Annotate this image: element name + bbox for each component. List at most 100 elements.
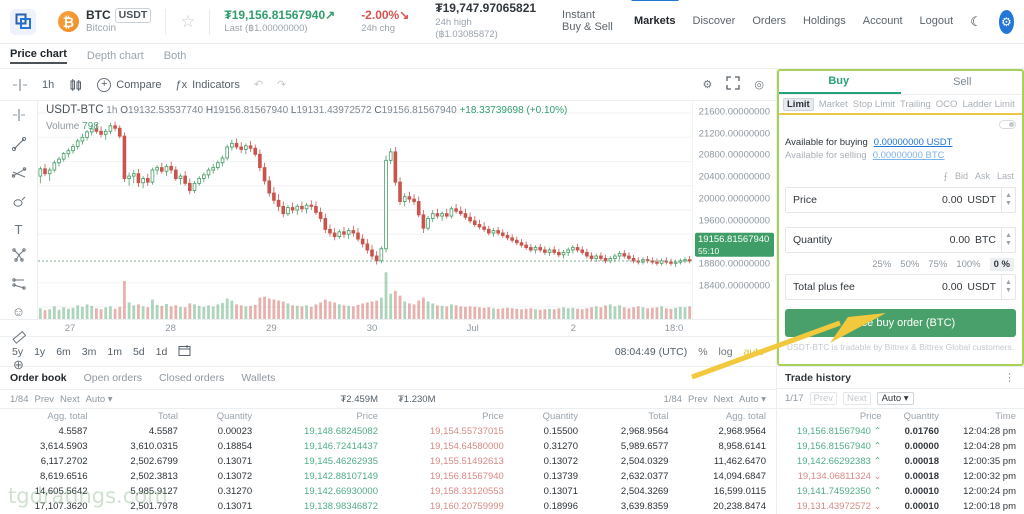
percent-scale-toggle[interactable]: % <box>698 346 707 358</box>
nav-orders[interactable]: Orders <box>752 15 786 29</box>
bid-button[interactable]: Bid <box>955 171 968 182</box>
table-row[interactable]: 4.5587 4.5587 0.00023 19,148.68245082 <box>0 424 388 439</box>
nav-discover[interactable]: Discover <box>693 15 736 29</box>
nav-holdings[interactable]: Holdings <box>803 15 846 29</box>
tab-buy[interactable]: Buy <box>777 69 901 94</box>
order-type-stop-limit[interactable]: Stop Limit <box>853 99 895 110</box>
price-field[interactable]: Price 0.00 USDT ▲ ▼ <box>785 187 1016 213</box>
tab-depth-chart[interactable]: Depth chart <box>87 50 144 62</box>
compare-button[interactable]: + Compare <box>97 77 162 92</box>
crosshair-icon[interactable] <box>12 78 28 92</box>
trade-history-next-button[interactable]: Next <box>843 392 871 405</box>
table-row[interactable]: 19,134.06811324 ⌄ 0.00018 12:00:32 pm <box>777 469 1024 484</box>
range-6m[interactable]: 6m <box>56 346 71 358</box>
order-type-oco[interactable]: OCO <box>936 99 958 110</box>
ask-prev-button[interactable]: Prev <box>688 394 708 405</box>
bid-prev-button[interactable]: Prev <box>35 394 55 405</box>
interval-selector[interactable]: 1h <box>42 79 54 91</box>
tab-order-book[interactable]: Order book <box>10 372 67 384</box>
order-type-market[interactable]: Market <box>819 99 848 110</box>
available-selling-value[interactable]: 0.00000000 BTC <box>873 150 945 161</box>
calendar-icon[interactable] <box>178 344 191 360</box>
place-buy-order-button[interactable]: Place buy order (BTC) <box>785 309 1016 337</box>
order-type-ladder-limit[interactable]: Ladder Limit <box>962 99 1014 110</box>
total-input[interactable]: 0.00 <box>942 281 962 293</box>
table-row[interactable]: 14,605.5642 5,985.9127 0.31270 19,142.66930… <box>0 484 388 499</box>
table-row[interactable]: 19,156.81567940 ⌃ 0.00000 12:04:28 pm <box>777 439 1024 454</box>
range-5d[interactable]: 5d <box>133 346 145 358</box>
total-stepper[interactable]: ▲ ▼ <box>1001 275 1015 299</box>
trade-history-auto-select[interactable]: Auto ▾ <box>876 392 914 405</box>
favorite-star-icon[interactable]: ☆ <box>180 12 195 32</box>
trade-history-prev-button[interactable]: Prev <box>809 392 838 405</box>
tab-price-chart[interactable]: Price chart <box>10 48 67 64</box>
advanced-toggle[interactable] <box>999 119 1016 129</box>
tab-both[interactable]: Both <box>164 50 187 62</box>
dark-mode-moon-icon[interactable]: ☾ <box>970 14 982 30</box>
table-row[interactable]: 19,142.66292383 ⌃ 0.00018 12:00:35 pm <box>777 454 1024 469</box>
table-row[interactable]: 19,156.81567940 0.13739 2,632.0377 14,094.6… <box>388 469 776 484</box>
tab-wallets[interactable]: Wallets <box>241 372 275 384</box>
text-tool-icon[interactable]: T <box>15 223 23 236</box>
table-row[interactable]: 19,155.51492613 0.13072 2,504.0329 11,462.6… <box>388 454 776 469</box>
quantity-input[interactable]: 0.00 <box>950 234 970 246</box>
table-row[interactable]: 8,619.6516 2,502.3813 0.13072 19,142.881071… <box>0 469 388 484</box>
pair-quote[interactable]: USDT <box>114 7 152 23</box>
range-3m[interactable]: 3m <box>82 346 97 358</box>
last-button[interactable]: Last <box>997 171 1014 182</box>
tab-open-orders[interactable]: Open orders <box>84 372 142 384</box>
table-row[interactable]: 17,107.3620 2,501.7978 0.13071 19,138.98346… <box>0 499 388 514</box>
table-row[interactable]: 19,156.81567940 ⌃ 0.01760 12:04:28 pm <box>777 424 1024 439</box>
range-5y[interactable]: 5y <box>12 346 23 358</box>
table-row[interactable]: 19,160.20759999 0.18996 3,639.8359 20,238.8… <box>388 499 776 514</box>
fib-tool-icon[interactable] <box>11 165 27 183</box>
table-row[interactable]: 19,141.74592350 ⌃ 0.00010 12:00:24 pm <box>777 484 1024 499</box>
range-1m[interactable]: 1m <box>107 346 122 358</box>
table-row[interactable]: 19,131.43972572 ⌄ 0.00010 12:00:18 pm <box>777 499 1024 514</box>
pct-25[interactable]: 25% <box>872 259 891 270</box>
table-row[interactable]: 3,614.5903 3,610.0315 0.18854 19,146.724144… <box>0 439 388 454</box>
trendline-tool-icon[interactable] <box>11 136 27 154</box>
pattern-tool-icon[interactable] <box>11 247 27 265</box>
nav-logout[interactable]: Logout <box>920 15 954 29</box>
order-type-limit[interactable]: Limit <box>783 97 814 111</box>
undo-icon[interactable]: ↶ <box>254 78 263 91</box>
chart-settings-gear-icon[interactable]: ⚙ <box>703 78 713 91</box>
measure-range-tool-icon[interactable] <box>11 276 27 294</box>
swap-icon[interactable]: ⨍ <box>943 171 948 182</box>
ask-button[interactable]: Ask <box>975 171 990 182</box>
emoji-tool-icon[interactable]: ☺ <box>12 305 25 318</box>
quantity-field[interactable]: Quantity 0.00 BTC ▲ ▼ <box>785 227 1016 253</box>
nav-instant-buy-sell[interactable]: Instant Buy & Sell <box>562 9 617 35</box>
table-row[interactable]: 19,158.33120553 0.13071 2,504.3269 16,599.0… <box>388 484 776 499</box>
settings-gear-icon[interactable]: ⚙ <box>998 9 1015 34</box>
price-stepper[interactable]: ▲ ▼ <box>1001 188 1015 212</box>
brush-tool-icon[interactable] <box>11 194 27 212</box>
available-buying-value[interactable]: 0.00000000 USDT <box>874 137 953 148</box>
eye-icon[interactable]: ◎ <box>754 78 764 91</box>
ask-auto-select[interactable]: Auto ▾ <box>739 394 766 405</box>
table-row[interactable]: 19,154.64580000 0.31270 5,989.6577 8,958.61… <box>388 439 776 454</box>
pct-50[interactable]: 50% <box>900 259 919 270</box>
crosshair-tool-icon[interactable] <box>11 107 27 125</box>
table-row[interactable]: 19,154.55737015 0.15500 2,968.9564 2,968.95… <box>388 424 776 439</box>
ask-next-button[interactable]: Next <box>713 394 733 405</box>
price-axis[interactable]: 21600.00000000 21200.00000000 20800.000000… <box>692 101 776 319</box>
pct-75[interactable]: 75% <box>928 259 947 270</box>
range-1y[interactable]: 1y <box>34 346 45 358</box>
auto-scale-toggle[interactable]: auto <box>744 346 764 358</box>
tab-closed-orders[interactable]: Closed orders <box>159 372 224 384</box>
redo-icon[interactable]: ↷ <box>277 78 286 91</box>
log-scale-toggle[interactable]: log <box>719 346 733 358</box>
bittrex-logo-icon[interactable] <box>10 8 36 35</box>
nav-markets[interactable]: Markets <box>630 0 679 29</box>
range-1d[interactable]: 1d <box>156 346 168 358</box>
price-plot[interactable]: USDT-BTC 1h O19132.53537740 H19156.81567… <box>38 101 692 319</box>
fullscreen-icon[interactable] <box>726 76 741 93</box>
tab-sell[interactable]: Sell <box>901 69 1024 94</box>
pct-100[interactable]: 100% <box>956 259 980 270</box>
total-field[interactable]: Total plus fee 0.00 USDT ▲ ▼ <box>785 274 1016 300</box>
indicators-button[interactable]: ƒx Indicators <box>176 79 240 91</box>
time-axis[interactable]: 27 28 29 30 Jul 2 18:0 <box>0 319 776 336</box>
bid-auto-select[interactable]: Auto ▾ <box>86 394 113 405</box>
